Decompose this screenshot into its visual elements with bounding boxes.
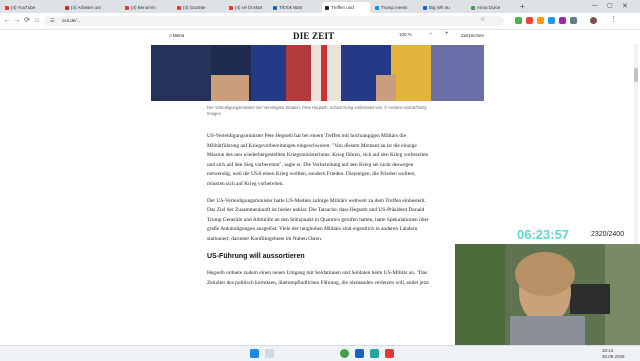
zoom-in-button[interactable]: + xyxy=(445,31,449,37)
app-icon[interactable] xyxy=(385,349,394,358)
youtube-icon xyxy=(125,6,129,10)
article-body: US-Verteidigungsminister Pete Hegseth ha… xyxy=(207,132,429,295)
back-icon[interactable]: ← xyxy=(3,16,11,25)
maximize-icon[interactable]: ▢ xyxy=(607,2,613,9)
article-subheading: US-Führung will aussortieren xyxy=(207,252,305,260)
browser-tab-bar: (4) YouTube (4) Arbeiter unt (4) Benomm … xyxy=(0,0,640,13)
article-paragraph: Der US-Verteidigungsminister hatte US-Me… xyxy=(207,197,429,242)
browser-tab[interactable]: Anna Dulce xyxy=(468,2,516,13)
youtube-icon xyxy=(5,6,9,10)
zeit-icon xyxy=(325,6,329,10)
browser-tab[interactable]: (4) Ve bt Mart xyxy=(226,2,268,13)
news-icon xyxy=(423,6,427,10)
browser-tab[interactable]: (4) Benomm xyxy=(122,2,172,13)
bookmark-star-icon[interactable]: ☆ xyxy=(480,16,485,23)
extension-icon[interactable] xyxy=(515,17,522,24)
browser-tab[interactable]: (4) Arbeiter unt xyxy=(62,2,120,13)
article-hero-image xyxy=(151,45,484,101)
extension-icon[interactable] xyxy=(559,17,566,24)
windows-start-icon[interactable] xyxy=(250,349,259,358)
browser-tab[interactable]: Trump meets xyxy=(372,2,418,13)
search-icon[interactable] xyxy=(265,349,274,358)
menu-button[interactable]: ≡ Menü xyxy=(169,33,184,38)
zoom-level: 100 % xyxy=(399,32,412,37)
system-clock[interactable]: 10:14 30.09.2025 xyxy=(602,348,625,359)
site-info-icon[interactable]: ☰ xyxy=(50,16,54,26)
page-scrollbar-thumb[interactable] xyxy=(634,68,638,82)
new-tab-button[interactable]: + xyxy=(520,2,525,12)
extension-icon[interactable] xyxy=(537,17,544,24)
news-icon xyxy=(471,6,475,10)
article-paragraph: Hegseth ordnete zudem einen neuen Umgang… xyxy=(207,270,429,286)
browser-icon[interactable] xyxy=(340,349,349,358)
stream-timer: 06:23:57 xyxy=(517,227,570,242)
youtube-icon xyxy=(177,6,181,10)
stream-counter: 2320/2400 xyxy=(591,231,625,238)
extension-icon[interactable] xyxy=(548,17,555,24)
news-icon xyxy=(375,6,379,10)
forward-icon[interactable]: → xyxy=(13,16,21,25)
extension-icon[interactable] xyxy=(570,17,577,24)
webcam-image xyxy=(455,244,640,346)
browser-tab[interactable]: Big Wh 4u xyxy=(420,2,466,13)
youtube-icon xyxy=(65,6,69,10)
url-input[interactable]: ☰ zeit.de/... xyxy=(44,16,504,26)
zoom-out-button[interactable]: − xyxy=(429,31,433,37)
account-link[interactable]: Zeitzeichen xyxy=(461,33,484,38)
tiktok-icon xyxy=(273,6,277,10)
profile-avatar[interactable] xyxy=(590,17,597,24)
browser-tab[interactable]: TikTok Wart xyxy=(270,2,320,13)
home-icon[interactable]: ⌂ xyxy=(33,16,41,25)
browser-tab[interactable]: (4) Gazette xyxy=(174,2,224,13)
browser-tab-active[interactable]: Treffen und xyxy=(322,2,370,13)
article-paragraph: US-Verteidigungsminister Pete Hegseth ha… xyxy=(207,133,429,187)
reload-icon[interactable]: ⟳ xyxy=(23,16,31,25)
site-logo[interactable]: DIE ZEIT xyxy=(293,31,334,41)
close-icon[interactable]: ✕ xyxy=(622,2,628,10)
windows-taskbar: 10:14 30.09.2025 xyxy=(0,345,640,361)
site-header: ≡ Menü DIE ZEIT 100 % − + Zeitzeichen xyxy=(151,30,496,44)
youtube-icon xyxy=(229,6,233,10)
more-options-icon[interactable]: ⋮ xyxy=(610,15,617,23)
webcam-feed xyxy=(455,244,640,346)
app-icon[interactable] xyxy=(355,349,364,358)
app-icon[interactable] xyxy=(370,349,379,358)
image-caption: Der Verteidigungsminister der Vereinigte… xyxy=(207,105,427,116)
hero-photo xyxy=(151,45,484,101)
minimize-icon[interactable]: — xyxy=(592,3,598,9)
browser-tab[interactable]: (4) YouTube xyxy=(2,2,60,13)
extension-icon[interactable] xyxy=(526,17,533,24)
address-bar-row: ← → ⟳ ⌂ ☰ zeit.de/... ☆ ⋮ xyxy=(0,13,640,30)
